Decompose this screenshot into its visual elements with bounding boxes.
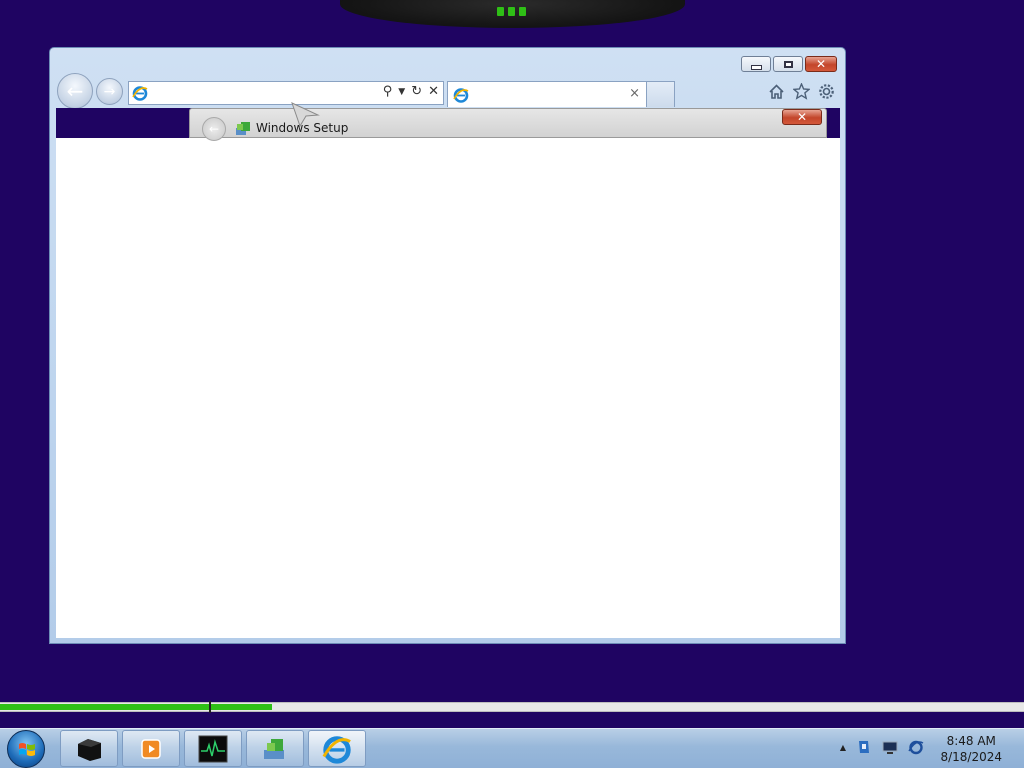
status-leds [497,7,527,17]
taskbar: ▲ 8:48 AM 8/18/2024 [0,728,1024,768]
resource-monitor-icon [198,735,228,762]
close-icon: ✕ [796,110,808,124]
close-button[interactable]: ✕ [805,56,837,72]
action-center-icon[interactable] [856,739,872,755]
notification-area: ▲ [840,739,924,755]
arrow-left-icon: ← [66,79,84,103]
media-player-icon [141,738,161,759]
address-tools: ⚲ ▼ ↻ ✕ [383,84,439,99]
progress-bar [0,701,1024,713]
minimize-button[interactable] [741,56,771,72]
system-clock[interactable]: 8:48 AM 8/18/2024 [940,733,1002,765]
taskbar-setup-button[interactable] [246,730,304,767]
search-icon[interactable]: ⚲ [383,84,393,99]
taskbar-media-player-button[interactable] [122,730,180,767]
new-tab-button[interactable] [647,81,675,107]
internet-explorer-icon[interactable] [908,739,924,755]
chevron-up-icon[interactable]: ▲ [840,743,846,752]
tab-close-icon[interactable]: × [629,86,640,101]
start-button[interactable] [7,730,45,768]
taskbar-resource-monitor-button[interactable] [184,730,242,767]
network-icon[interactable] [882,739,898,755]
arrow-right-icon: → [103,83,116,100]
setup-icon [264,738,284,759]
cmd-icon [78,738,101,761]
favorites-star-icon[interactable] [793,83,810,100]
caption-buttons: ✕ [741,56,837,72]
dropdown-icon[interactable]: ▼ [398,87,405,97]
internet-explorer-icon [453,88,469,103]
address-input[interactable] [151,84,375,104]
refresh-icon[interactable]: ↻ [411,84,422,99]
page-content [56,138,840,638]
maximize-button[interactable] [773,56,803,72]
stop-icon[interactable]: ✕ [428,84,439,99]
minimize-icon [750,64,762,70]
internet-explorer-icon [132,86,148,101]
home-icon[interactable] [768,83,785,100]
command-bar [768,83,835,100]
mouse-cursor-icon [291,102,320,127]
back-button[interactable]: ← [57,73,93,109]
setup-icon [236,122,250,135]
close-icon: ✕ [815,57,827,71]
windows-logo-icon [19,743,35,756]
windows-setup-dialog: ← Windows Setup ✕ [189,108,827,141]
address-bar[interactable]: ⚲ ▼ ↻ ✕ [128,81,444,105]
clock-time: 8:48 AM [946,734,996,748]
progress-marker [208,701,211,713]
progress-fill [0,704,273,710]
maximize-icon [783,60,793,68]
arrow-left-icon: ← [208,122,220,136]
setup-back-button[interactable]: ← [202,117,226,141]
clock-date: 8/18/2024 [940,750,1002,764]
setup-close-button[interactable]: ✕ [782,109,822,125]
taskbar-cmd-button[interactable] [60,730,118,767]
forward-button[interactable]: → [96,78,123,105]
internet-explorer-icon [322,735,351,764]
browser-tab[interactable]: × [447,81,647,107]
taskbar-internet-explorer-button[interactable] [308,730,366,767]
gear-icon[interactable] [818,83,835,100]
